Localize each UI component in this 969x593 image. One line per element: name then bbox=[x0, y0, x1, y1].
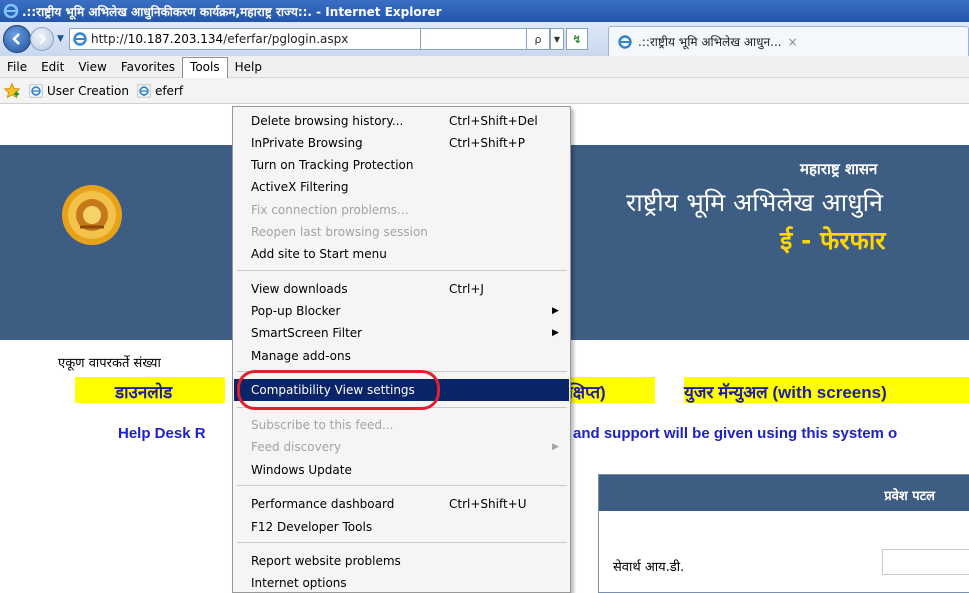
menu-tools[interactable]: Tools bbox=[182, 56, 228, 78]
menu-item-label: Pop-up Blocker bbox=[251, 304, 341, 318]
address-url: http://10.187.203.134/eferfar/pglogin.as… bbox=[91, 32, 348, 46]
menu-item-windows-update[interactable]: Windows Update bbox=[234, 459, 569, 481]
menu-item-label: Reopen last browsing session bbox=[251, 225, 428, 239]
menu-separator bbox=[237, 485, 567, 486]
menu-item-label: Internet options bbox=[251, 576, 347, 590]
menu-item-developer-tools[interactable]: F12 Developer Tools bbox=[234, 516, 569, 538]
history-dropdown-icon[interactable]: ▼ bbox=[57, 34, 64, 44]
page-ie-icon bbox=[73, 32, 87, 46]
menu-favorites[interactable]: Favorites bbox=[114, 57, 182, 77]
menu-item-shortcut: Ctrl+Shift+Del bbox=[449, 114, 538, 128]
submenu-arrow-icon: ▶ bbox=[552, 442, 559, 452]
menu-item-performance-dashboard[interactable]: Performance dashboard Ctrl+Shift+U bbox=[234, 493, 569, 515]
application-title: ई - फेरफार bbox=[780, 226, 886, 255]
menu-item-shortcut: Ctrl+J bbox=[449, 282, 484, 296]
menu-item-label: Add site to Start menu bbox=[251, 247, 387, 261]
sevarth-id-input[interactable] bbox=[882, 549, 969, 575]
tools-menu: Delete browsing history... Ctrl+Shift+De… bbox=[232, 106, 571, 593]
menu-item-label: InPrivate Browsing bbox=[251, 136, 363, 150]
menu-view[interactable]: View bbox=[71, 57, 113, 77]
menu-item-label: Feed discovery bbox=[251, 440, 342, 454]
favorite-user-creation-label: User Creation bbox=[47, 83, 129, 98]
government-label: महाराष्ट्र शासन bbox=[800, 160, 878, 178]
fav-ie-icon bbox=[29, 84, 43, 97]
menu-item-delete-history[interactable]: Delete browsing history... Ctrl+Shift+De… bbox=[234, 110, 569, 132]
menu-separator bbox=[237, 270, 567, 271]
menu-item-shortcut: Ctrl+Shift+P bbox=[449, 136, 525, 150]
menu-item-subscribe-feed: Subscribe to this feed... bbox=[234, 414, 569, 436]
menu-item-label: Subscribe to this feed... bbox=[251, 418, 394, 432]
menu-item-add-to-start[interactable]: Add site to Start menu bbox=[234, 243, 569, 265]
menu-item-manage-addons[interactable]: Manage add-ons bbox=[234, 345, 569, 367]
support-text: and support will be given using this sys… bbox=[573, 425, 898, 442]
tab-ie-icon bbox=[618, 34, 632, 49]
window-title: .::राष्ट्रीय भूमि अभिलेख आधुनिकीकरण कार्… bbox=[22, 4, 442, 19]
window-title-bar: .::राष्ट्रीय भूमि अभिलेख आधुनिकीकरण कार्… bbox=[0, 0, 969, 22]
submenu-arrow-icon: ▶ bbox=[552, 306, 559, 316]
favorite-eferfar[interactable]: eferf bbox=[137, 84, 183, 98]
menu-item-label: Fix connection problems... bbox=[251, 203, 409, 217]
menu-item-smartscreen[interactable]: SmartScreen Filter ▶ bbox=[234, 322, 569, 344]
refresh-icon[interactable]: ↯ bbox=[566, 28, 588, 50]
menu-bar: File Edit View Favorites Tools Help bbox=[0, 56, 969, 78]
menu-item-label: Performance dashboard bbox=[251, 497, 395, 511]
url-host: 10.187.203.134 bbox=[127, 32, 224, 46]
menu-item-tracking-protection[interactable]: Turn on Tracking Protection bbox=[234, 154, 569, 176]
maharashtra-seal-logo bbox=[62, 185, 122, 245]
address-bar-row: ▼ http://10.187.203.134/eferfar/pglogin.… bbox=[0, 22, 969, 56]
submenu-arrow-icon: ▶ bbox=[552, 328, 559, 338]
menu-item-label: F12 Developer Tools bbox=[251, 520, 373, 534]
menu-item-label: View downloads bbox=[251, 282, 348, 296]
menu-item-internet-options[interactable]: Internet options bbox=[234, 572, 569, 593]
forward-arrow-icon bbox=[39, 33, 47, 45]
menu-help[interactable]: Help bbox=[228, 57, 269, 77]
menu-item-label: Turn on Tracking Protection bbox=[251, 158, 414, 172]
favorites-star-icon[interactable] bbox=[3, 82, 21, 100]
department-title: राष्ट्रीय भूमि अभिलेख आधुनि bbox=[626, 188, 883, 217]
menu-item-label: ActiveX Filtering bbox=[251, 180, 349, 194]
tab-title: .::राष्ट्रीय भूमि अभिलेख आधुन... bbox=[638, 35, 782, 49]
address-input[interactable]: http://10.187.203.134/eferfar/pglogin.as… bbox=[69, 28, 421, 50]
menu-item-label: SmartScreen Filter bbox=[251, 326, 363, 340]
back-button[interactable] bbox=[3, 25, 31, 53]
login-panel: प्रवेश पटल सेवार्थ आय.डी. bbox=[598, 474, 969, 593]
address-dropdown-icon[interactable]: ▼ bbox=[550, 28, 564, 50]
fav-ie-icon bbox=[137, 84, 151, 97]
menu-edit[interactable]: Edit bbox=[34, 57, 71, 77]
url-path: /eferfar/pglogin.aspx bbox=[223, 32, 349, 46]
total-users-label: एकूण वापरकर्ते संख्या bbox=[58, 356, 161, 371]
menu-item-label: Report website problems bbox=[251, 554, 401, 568]
user-manual-link[interactable]: युजर मॅन्युअल (with screens) bbox=[684, 377, 969, 403]
url-prefix: http:// bbox=[91, 32, 128, 46]
menu-item-fix-connection: Fix connection problems... bbox=[234, 199, 569, 221]
annotation-highlight-ring bbox=[237, 370, 440, 410]
browser-tab[interactable]: .::राष्ट्रीय भूमि अभिलेख आधुन... × bbox=[608, 26, 969, 56]
helpdesk-text[interactable]: Help Desk R bbox=[118, 425, 206, 442]
forward-button[interactable] bbox=[30, 27, 54, 51]
menu-separator bbox=[237, 542, 567, 543]
menu-item-inprivate[interactable]: InPrivate Browsing Ctrl+Shift+P bbox=[234, 132, 569, 154]
menu-item-label: Delete browsing history... bbox=[251, 114, 404, 128]
login-panel-title: प्रवेश पटल bbox=[599, 475, 969, 511]
favorites-bar: User Creation eferf bbox=[0, 78, 969, 104]
menu-item-reopen-session: Reopen last browsing session bbox=[234, 221, 569, 243]
address-input-extension[interactable] bbox=[421, 28, 526, 50]
menu-item-label: Manage add-ons bbox=[251, 349, 351, 363]
download-link[interactable]: डाउनलोड bbox=[75, 377, 225, 403]
menu-file[interactable]: File bbox=[0, 57, 34, 77]
back-arrow-icon bbox=[12, 33, 20, 45]
menu-item-label: Windows Update bbox=[251, 463, 352, 477]
favorite-eferfar-label: eferf bbox=[154, 83, 184, 98]
favorite-user-creation[interactable]: User Creation bbox=[29, 84, 129, 98]
menu-item-shortcut: Ctrl+Shift+U bbox=[449, 497, 527, 511]
internet-explorer-icon bbox=[3, 3, 19, 19]
menu-item-popup-blocker[interactable]: Pop-up Blocker ▶ bbox=[234, 300, 569, 322]
menu-item-report-problems[interactable]: Report website problems bbox=[234, 550, 569, 572]
sevarth-id-label: सेवार्थ आय.डी. bbox=[613, 560, 685, 575]
menu-item-view-downloads[interactable]: View downloads Ctrl+J bbox=[234, 278, 569, 300]
menu-item-activex-filtering[interactable]: ActiveX Filtering bbox=[234, 176, 569, 198]
tab-close-icon[interactable]: × bbox=[788, 35, 798, 49]
search-icon[interactable]: ρ bbox=[526, 28, 550, 50]
menu-item-feed-discovery: Feed discovery ▶ bbox=[234, 436, 569, 458]
